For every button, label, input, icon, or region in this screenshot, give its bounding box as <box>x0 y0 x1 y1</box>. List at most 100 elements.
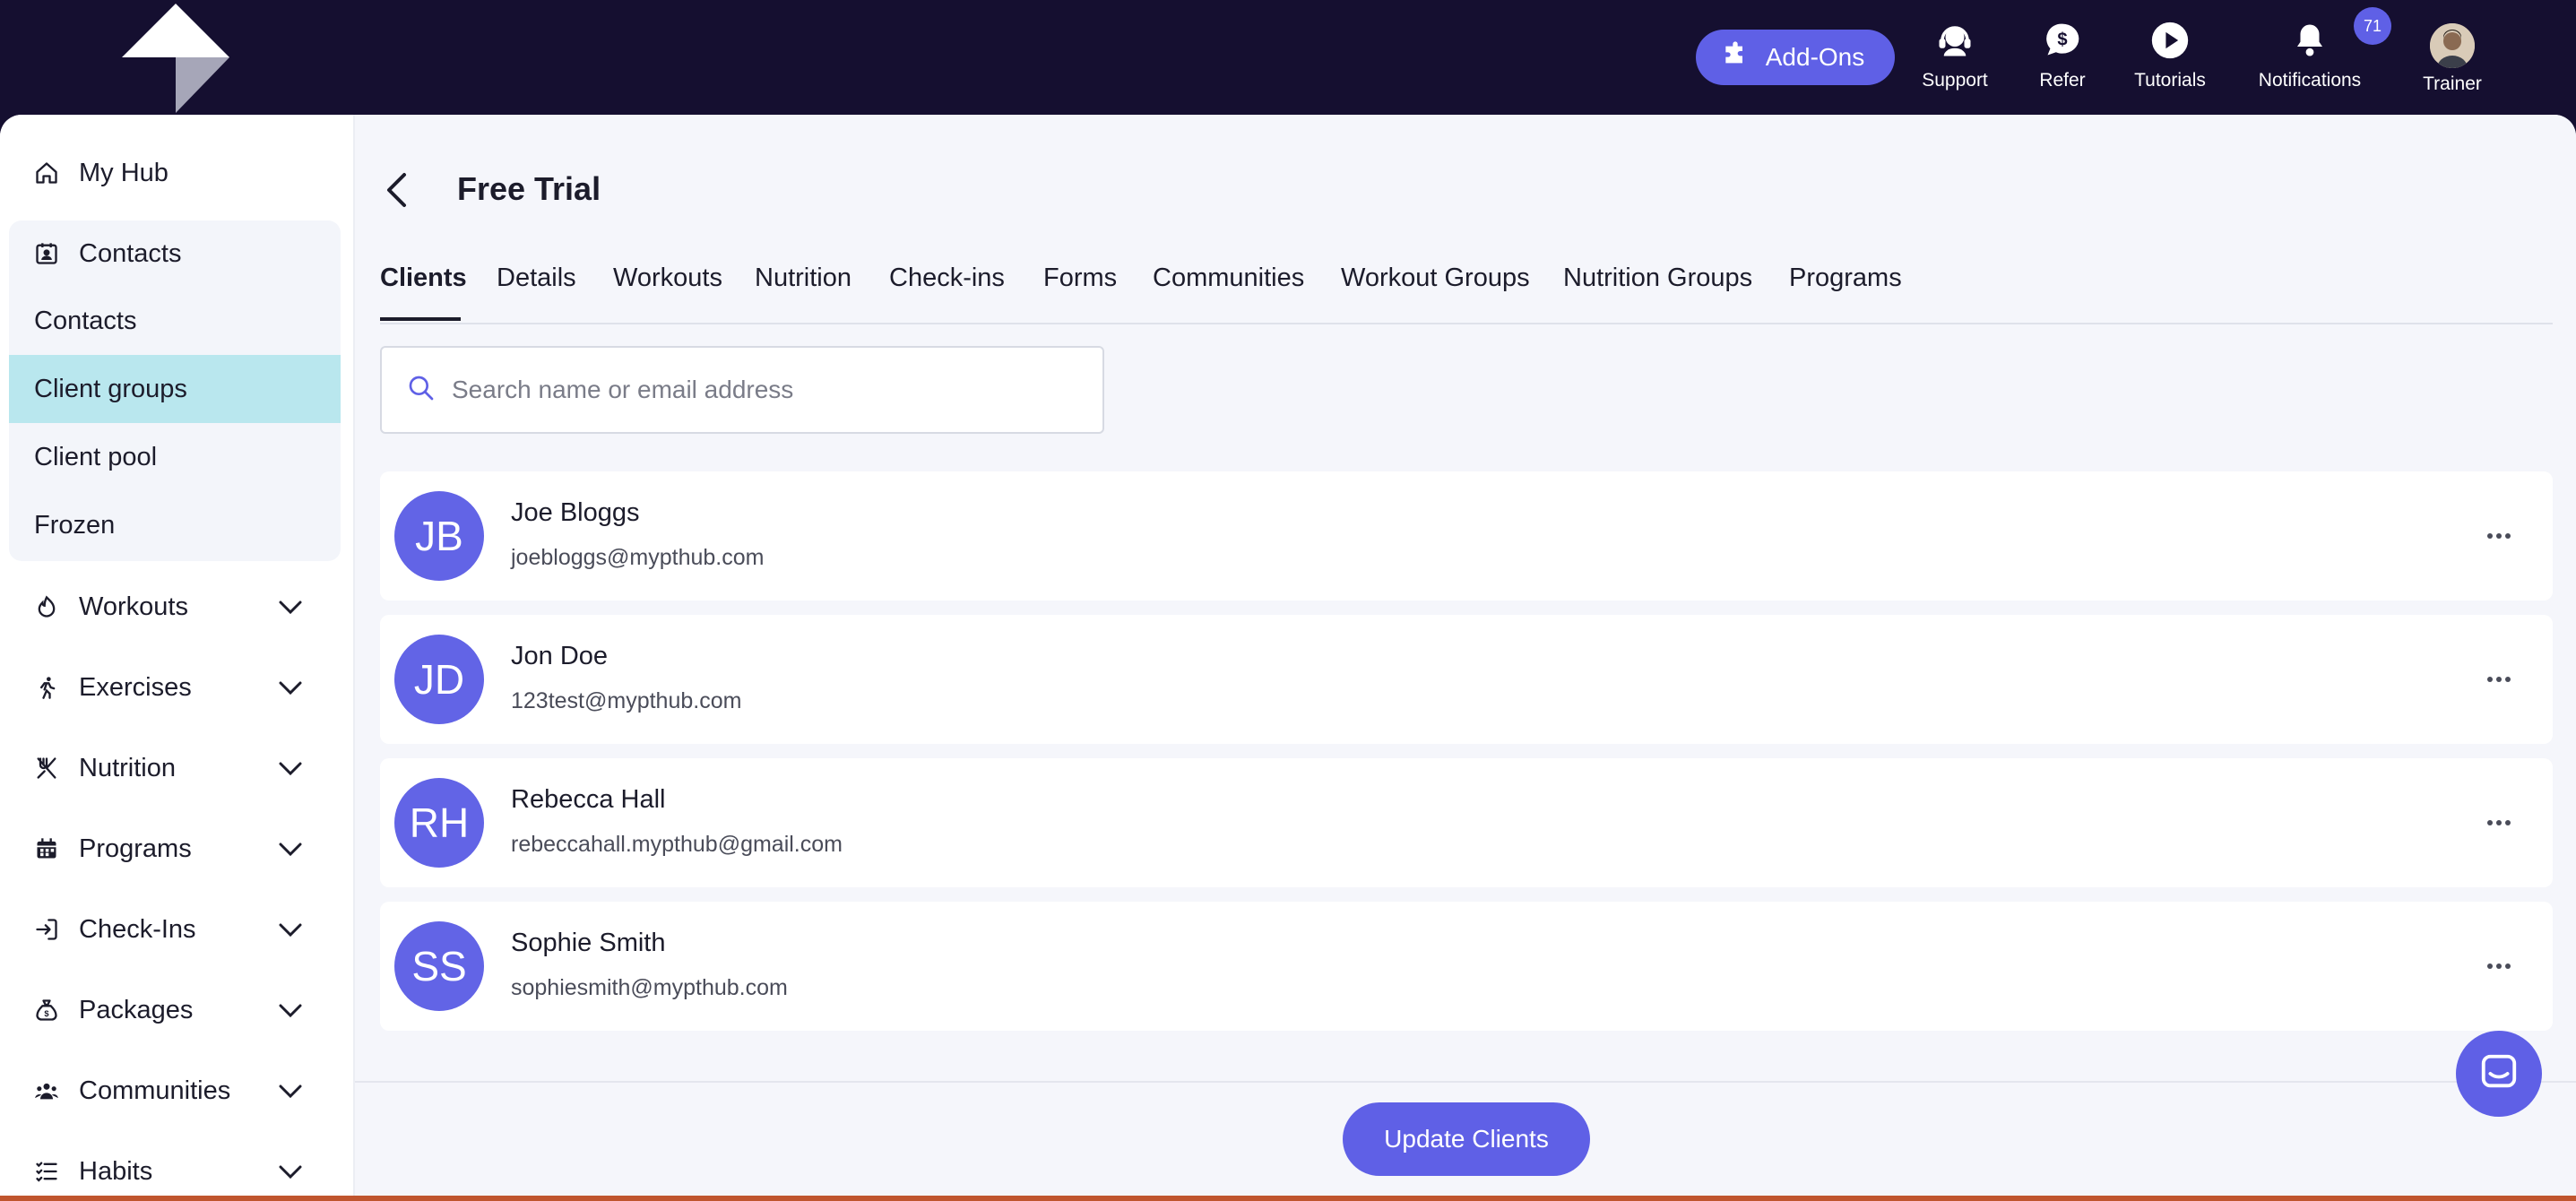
support-label: Support <box>1922 70 1988 91</box>
more-options-icon[interactable] <box>2481 808 2517 837</box>
chevron-down-icon[interactable] <box>276 835 305 864</box>
tab-details[interactable]: Details <box>497 264 576 293</box>
sidebar-item-my-hub[interactable]: My Hub <box>32 151 169 195</box>
client-avatar: JB <box>394 491 484 581</box>
tab-nutrition-groups[interactable]: Nutrition Groups <box>1563 264 1752 293</box>
client-name: Rebecca Hall <box>511 785 666 814</box>
puzzle-icon <box>1721 40 1750 75</box>
tab-nutrition[interactable]: Nutrition <box>755 264 851 293</box>
contact-card-icon <box>32 239 61 268</box>
client-avatar: JD <box>394 635 484 724</box>
sidebar-item-nutrition[interactable]: Nutrition <box>32 746 176 791</box>
sidebar-item-label: Programs <box>79 834 192 863</box>
add-ons-label: Add-Ons <box>1765 43 1865 71</box>
chevron-down-icon[interactable] <box>276 674 305 703</box>
tab-check-ins[interactable]: Check-ins <box>889 264 1005 293</box>
sidebar-subitem-client-pool[interactable]: Client pool <box>9 423 341 491</box>
chevron-down-icon[interactable] <box>276 755 305 783</box>
page-title: Free Trial <box>457 170 601 207</box>
client-row[interactable]: JD Jon Doe 123test@mypthub.com <box>380 615 2553 744</box>
dollar-chat-icon: $ <box>2042 20 2083 61</box>
users-icon <box>32 1076 61 1105</box>
tab-workouts[interactable]: Workouts <box>613 264 722 293</box>
chevron-down-icon[interactable] <box>276 916 305 945</box>
play-icon <box>2149 20 2191 61</box>
more-options-icon[interactable] <box>2481 952 2517 981</box>
sidebar-item-workouts[interactable]: Workouts <box>32 584 188 629</box>
search-input[interactable] <box>450 375 1081 405</box>
chat-icon <box>2478 1051 2520 1097</box>
tab-clients[interactable]: Clients <box>380 264 467 293</box>
sidebar-item-contacts[interactable]: Contacts <box>32 231 181 276</box>
update-clients-button[interactable]: Update Clients <box>1343 1102 1590 1176</box>
sidebar-subitem-contacts[interactable]: Contacts <box>9 287 341 355</box>
back-button[interactable] <box>378 168 414 215</box>
client-email: sophiesmith@mypthub.com <box>511 975 788 1000</box>
sidebar-item-exercises[interactable]: Exercises <box>32 665 192 710</box>
sidebar-item-programs[interactable]: Programs <box>32 826 192 871</box>
chevron-down-icon[interactable] <box>276 593 305 622</box>
client-email: joebloggs@mypthub.com <box>511 545 765 570</box>
app-shell: My Hub Contacts Contacts Client groups C… <box>0 115 2576 1201</box>
add-ons-button[interactable]: Add-Ons <box>1696 30 1895 85</box>
check-in-icon <box>32 915 61 944</box>
client-avatar: RH <box>394 778 484 868</box>
top-bar: Add-Ons Support $ Refer Tutorials 71 Not… <box>0 0 2576 115</box>
chevron-down-icon[interactable] <box>276 1158 305 1187</box>
notifications-badge: 71 <box>2354 7 2391 45</box>
more-options-icon[interactable] <box>2481 665 2517 694</box>
support-button[interactable]: Support <box>1918 20 1992 100</box>
notifications-button[interactable]: 71 Notifications <box>2255 7 2391 100</box>
tab-communities[interactable]: Communities <box>1153 264 1304 293</box>
footer-divider <box>355 1081 2576 1083</box>
client-name: Jon Doe <box>511 642 609 670</box>
client-name: Joe Bloggs <box>511 498 640 527</box>
active-tab-indicator <box>380 317 461 321</box>
calendar-icon <box>32 834 61 863</box>
sidebar-item-label: Communities <box>79 1076 231 1105</box>
tab-forms[interactable]: Forms <box>1043 264 1117 293</box>
sidebar: My Hub Contacts Contacts Client groups C… <box>0 115 355 1201</box>
refer-label: Refer <box>2039 70 2086 91</box>
sidebar-item-packages[interactable]: $ Packages <box>32 988 193 1033</box>
money-bag-icon: $ <box>32 996 61 1024</box>
client-name: Sophie Smith <box>511 929 666 957</box>
tab-workout-groups[interactable]: Workout Groups <box>1341 264 1530 293</box>
sidebar-item-label: Workouts <box>79 592 188 621</box>
more-options-icon[interactable] <box>2481 522 2517 550</box>
main-content: Free Trial Clients Details Workouts Nutr… <box>355 115 2576 1201</box>
sidebar-item-communities[interactable]: Communities <box>32 1068 230 1113</box>
sidebar-item-label: My Hub <box>79 158 169 187</box>
tab-programs[interactable]: Programs <box>1789 264 1902 293</box>
search-box <box>380 346 1104 434</box>
chevron-down-icon[interactable] <box>276 997 305 1025</box>
trainer-avatar <box>2430 23 2475 68</box>
sidebar-subitem-frozen[interactable]: Frozen <box>9 491 341 559</box>
app-logo[interactable] <box>120 2 231 113</box>
trainer-menu[interactable]: Trainer <box>2420 23 2485 104</box>
sidebar-item-label: Check-Ins <box>79 914 196 944</box>
client-email: rebeccahall.mypthub@gmail.com <box>511 832 843 857</box>
chat-launcher-button[interactable] <box>2456 1031 2542 1117</box>
headset-icon <box>1934 20 1975 61</box>
client-row[interactable]: RH Rebecca Hall rebeccahall.mypthub@gmai… <box>380 758 2553 887</box>
tab-bar: Clients Details Workouts Nutrition Check… <box>380 249 2553 324</box>
refer-button[interactable]: $ Refer <box>2038 20 2087 100</box>
tutorials-button[interactable]: Tutorials <box>2133 20 2207 100</box>
tutorials-label: Tutorials <box>2134 70 2206 91</box>
sidebar-item-check-ins[interactable]: Check-Ins <box>32 907 196 952</box>
sidebar-subitem-client-groups[interactable]: Client groups <box>9 355 341 423</box>
bell-icon: 71 <box>2289 7 2391 61</box>
search-icon <box>407 374 436 407</box>
notifications-label: Notifications <box>2258 70 2362 91</box>
sidebar-item-label: Packages <box>79 995 194 1024</box>
running-icon <box>32 673 61 702</box>
chevron-down-icon[interactable] <box>276 1077 305 1106</box>
chevron-left-icon <box>385 172 408 212</box>
client-row[interactable]: JB Joe Bloggs joebloggs@mypthub.com <box>380 471 2553 600</box>
client-row[interactable]: SS Sophie Smith sophiesmith@mypthub.com <box>380 902 2553 1031</box>
sidebar-item-habits[interactable]: Habits <box>32 1149 152 1194</box>
svg-text:$: $ <box>44 1009 49 1018</box>
client-email: 123test@mypthub.com <box>511 688 742 713</box>
sidebar-item-label: Nutrition <box>79 753 176 782</box>
